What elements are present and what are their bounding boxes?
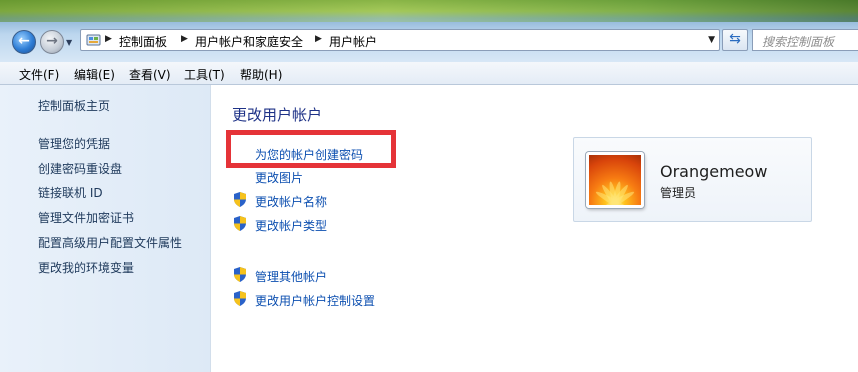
- uac-shield-icon: [234, 267, 246, 282]
- back-arrow-icon: ←: [18, 33, 30, 49]
- breadcrumb-separator-icon: ▶: [181, 34, 188, 44]
- change-account-name-link[interactable]: 更改帐户名称: [255, 193, 327, 210]
- forward-arrow-icon: →: [46, 33, 58, 49]
- breadcrumb-user-accounts[interactable]: 用户帐户: [329, 33, 377, 50]
- address-bar[interactable]: ▶ 控制面板 ▶ 用户帐户和家庭安全 ▶ 用户帐户 ▼: [80, 29, 720, 51]
- sidebar-item-manage-credentials[interactable]: 管理您的凭据: [38, 135, 110, 152]
- breadcrumb-user-accounts-family[interactable]: 用户帐户和家庭安全: [195, 33, 303, 50]
- manage-other-accounts-link[interactable]: 管理其他帐户: [255, 268, 327, 285]
- sidebar-item-password-reset-disk[interactable]: 创建密码重设盘: [38, 160, 122, 177]
- menu-edit[interactable]: 编辑(E): [74, 66, 115, 83]
- breadcrumb-separator-icon: ▶: [105, 34, 112, 44]
- control-panel-icon: [86, 34, 101, 46]
- highlight-box: [226, 130, 396, 168]
- avatar[interactable]: [586, 152, 644, 208]
- refresh-button[interactable]: ⇆: [722, 29, 748, 51]
- sidebar-item-advanced-profile[interactable]: 配置高级用户配置文件属性: [38, 234, 182, 251]
- sidebar-item-control-panel-home[interactable]: 控制面板主页: [38, 97, 110, 114]
- change-picture-link[interactable]: 更改图片: [255, 169, 303, 186]
- task-pane: [0, 85, 211, 372]
- uac-shield-icon: [234, 216, 246, 231]
- uac-settings-link[interactable]: 更改用户帐户控制设置: [255, 292, 375, 309]
- menu-view[interactable]: 查看(V): [129, 66, 171, 83]
- refresh-icon: ⇆: [729, 31, 741, 47]
- uac-shield-icon: [234, 192, 246, 207]
- sidebar-item-link-online-id[interactable]: 链接联机 ID: [38, 184, 103, 201]
- flower-picture-icon: [595, 181, 635, 205]
- search-input[interactable]: 搜索控制面板: [752, 29, 858, 51]
- forward-button[interactable]: →: [40, 30, 64, 54]
- breadcrumb-separator-icon: ▶: [315, 34, 322, 44]
- address-dropdown-icon[interactable]: ▼: [708, 35, 715, 45]
- user-name: Orangemeow: [660, 162, 768, 181]
- change-account-type-link[interactable]: 更改帐户类型: [255, 217, 327, 234]
- breadcrumb-control-panel[interactable]: 控制面板: [119, 33, 167, 50]
- menu-file[interactable]: 文件(F): [19, 66, 59, 83]
- menu-help[interactable]: 帮助(H): [240, 66, 282, 83]
- sidebar-item-environment-variables[interactable]: 更改我的环境变量: [38, 259, 134, 276]
- menu-bar: 文件(F) 编辑(E) 查看(V) 工具(T) 帮助(H): [0, 62, 858, 85]
- user-role: 管理员: [660, 186, 697, 200]
- uac-shield-icon: [234, 291, 246, 306]
- menu-tools[interactable]: 工具(T): [184, 66, 225, 83]
- page-title: 更改用户帐户: [232, 106, 323, 124]
- sidebar-item-encryption-certs[interactable]: 管理文件加密证书: [38, 209, 134, 226]
- history-dropdown-icon[interactable]: ▼: [66, 38, 72, 47]
- back-button[interactable]: ←: [12, 30, 36, 54]
